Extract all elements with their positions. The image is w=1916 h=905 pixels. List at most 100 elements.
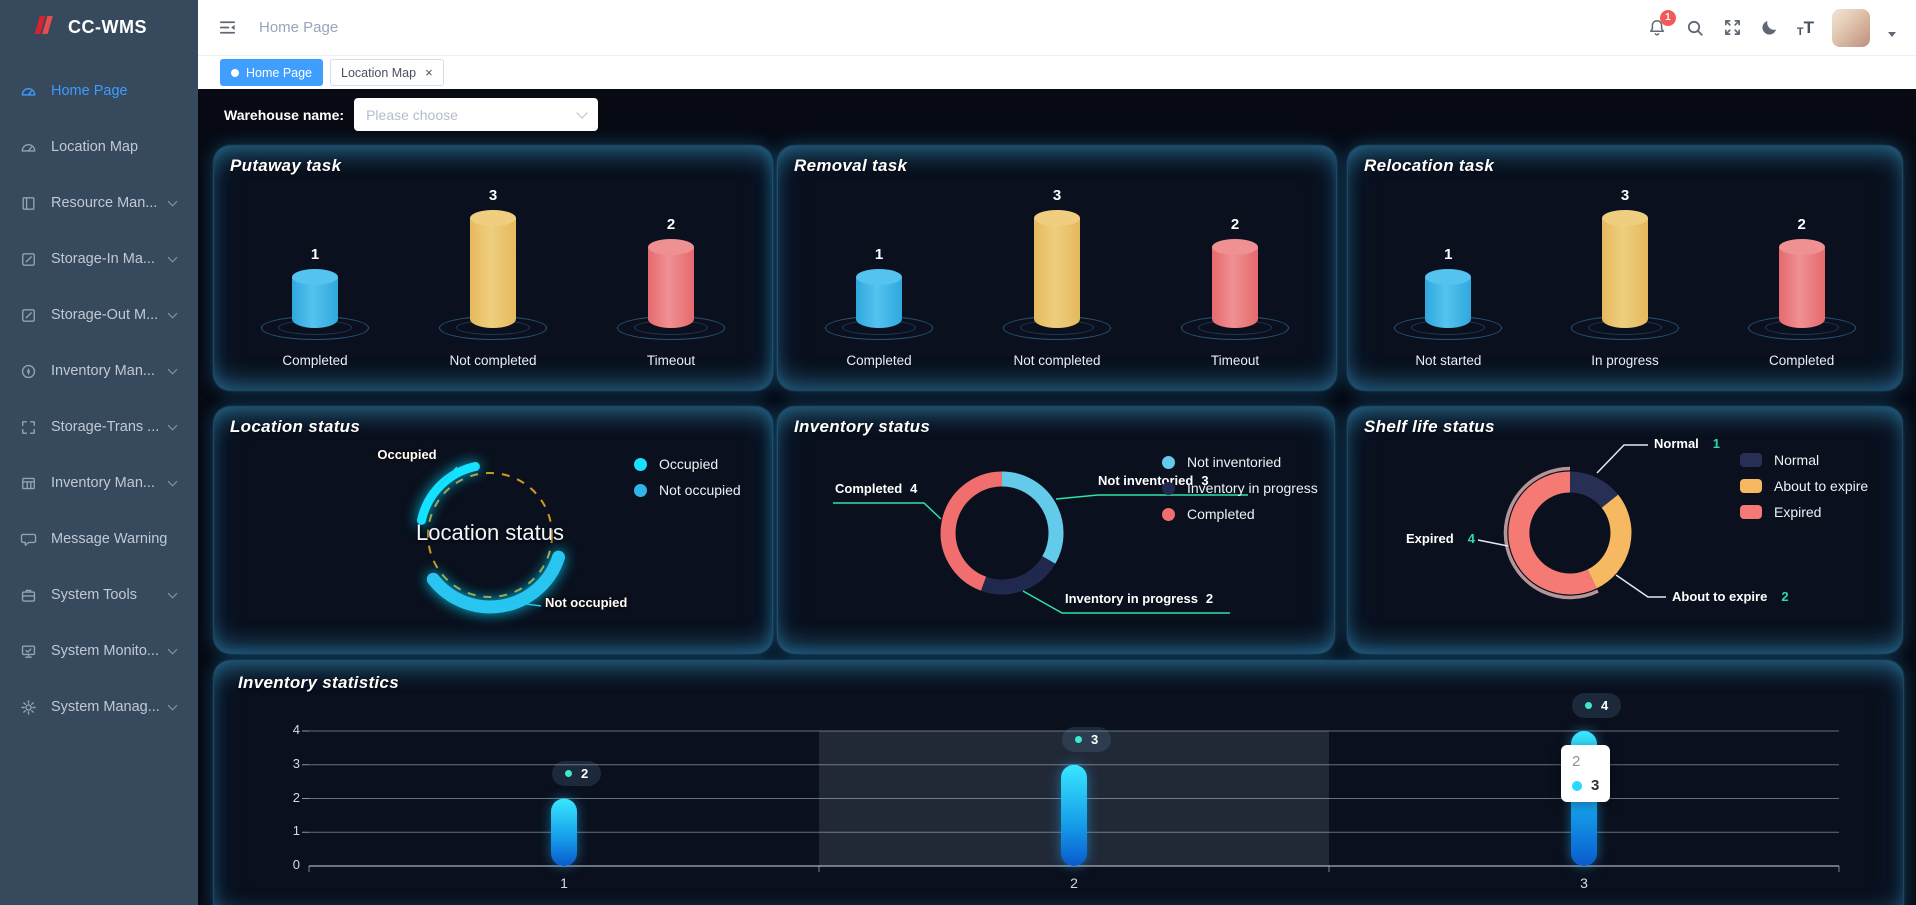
tab-home-page[interactable]: Home Page (220, 59, 323, 86)
shelf-life-status-chart (1348, 407, 1902, 653)
badge-dot (1075, 736, 1082, 743)
warehouse-select[interactable]: Please choose (354, 98, 598, 131)
legend-dot (634, 458, 647, 471)
x-axis-label: 1 (552, 875, 576, 891)
gear-icon (20, 699, 37, 716)
y-axis-label: 3 (260, 756, 300, 771)
sidebar-item-label: Location Map (51, 139, 184, 155)
legend-item-about-to-expire[interactable]: About to expire (1740, 473, 1868, 499)
sidebar-item-system-monito[interactable]: System Monito... (0, 623, 198, 679)
legend-item-expired[interactable]: Expired (1740, 499, 1868, 525)
putaway-task-chart: 1Completed3Not completed2Timeout (226, 180, 760, 390)
sidebar-item-inventory-man[interactable]: Inventory Man... (0, 455, 198, 511)
callout-label: Expired (1406, 531, 1454, 546)
chevron-down-icon (168, 308, 178, 318)
sidebar-item-storage-out-m[interactable]: Storage-Out M... (0, 287, 198, 343)
removal-task-chart: 1Completed3Not completed2Timeout (790, 180, 1324, 390)
legend-item-completed[interactable]: Completed (1162, 501, 1318, 527)
caret-down-icon[interactable] (1888, 32, 1896, 37)
menu-collapse-icon[interactable] (218, 18, 237, 37)
legend-item-not-inventoried[interactable]: Not inventoried (1162, 449, 1318, 475)
legend: Not inventoried Inventory in progress Co… (1162, 449, 1318, 527)
cylinder-label: Timeout (1211, 353, 1259, 368)
cylinder-label: In progress (1591, 353, 1659, 368)
fullscreen-icon[interactable] (1723, 18, 1742, 37)
cylinder-label: Completed (282, 353, 347, 368)
legend-item-inventory-in-progress[interactable]: Inventory in progress (1162, 475, 1318, 501)
legend-dot (1162, 482, 1175, 495)
legend-item-occupied[interactable]: Occupied (634, 451, 741, 477)
callout-value: 2 (1781, 589, 1788, 604)
chart-tooltip: 2 3 (1561, 745, 1610, 802)
legend-item-normal[interactable]: Normal (1740, 447, 1868, 473)
cylinder-timeout: 2 Timeout (1146, 180, 1324, 390)
sidebar-item-system-tools[interactable]: System Tools (0, 567, 198, 623)
cylinder-bar (1779, 247, 1825, 328)
tooltip-value: 3 (1591, 777, 1599, 794)
card-title: Removal task (794, 156, 907, 176)
cylinder-value: 2 (667, 216, 675, 233)
legend-dot (1162, 508, 1175, 521)
edit-square-icon (20, 251, 37, 268)
legend-swatch (1740, 505, 1762, 519)
sidebar-item-resource-man[interactable]: Resource Man... (0, 175, 198, 231)
edit-square-icon (20, 307, 37, 324)
sidebar-item-home-page[interactable]: Home Page (0, 63, 198, 119)
bell-icon[interactable]: 1 (1647, 18, 1667, 38)
badge-dot (565, 770, 572, 777)
sidebar-item-label: Inventory Man... (51, 363, 169, 379)
callout-value: 2 (1206, 591, 1213, 606)
avatar[interactable] (1832, 9, 1870, 47)
legend-label: Normal (1774, 452, 1819, 468)
logo-icon (32, 12, 58, 43)
tab-location-map[interactable]: Location Map × (330, 59, 444, 86)
callout-expired: Expired 4 (1406, 531, 1475, 546)
moon-icon[interactable] (1760, 18, 1779, 37)
sidebar-item-system-manag[interactable]: System Manag... (0, 679, 198, 735)
badge-dot (1585, 702, 1592, 709)
font-size-icon[interactable]: TT (1797, 18, 1814, 38)
sidebar-item-storage-in-ma[interactable]: Storage-In Ma... (0, 231, 198, 287)
legend-swatch (1740, 479, 1762, 493)
card-removal-task: Removal task 1Completed3Not completed2Ti… (778, 146, 1336, 390)
notification-badge: 1 (1660, 10, 1676, 26)
sidebar-item-message-warning[interactable]: Message Warning (0, 511, 198, 567)
cylinder-label: Timeout (647, 353, 695, 368)
sidebar-item-label: Resource Man... (51, 195, 169, 211)
breadcrumb: Home Page (259, 19, 338, 36)
y-axis-label: 4 (260, 722, 300, 737)
bar-value-badge: 4 (1572, 693, 1621, 718)
sidebar-item-storage-trans[interactable]: Storage-Trans ... (0, 399, 198, 455)
cylinder-value: 2 (1231, 216, 1239, 233)
book-icon (20, 195, 37, 212)
legend-label: About to expire (1774, 478, 1868, 494)
sidebar-item-inventory-man[interactable]: Inventory Man... (0, 343, 198, 399)
sidebar-menu: Home Page Location Map Resource Man... Stor… (0, 55, 198, 735)
card-relocation-task: Relocation task 1Not started3In progress… (1348, 146, 1902, 390)
cylinder-in-progress: 3In progress (1537, 180, 1714, 390)
legend-dot (634, 484, 647, 497)
legend-label: Expired (1774, 504, 1821, 520)
callout-label: Normal (1654, 436, 1699, 451)
search-icon[interactable] (1685, 18, 1705, 38)
chevron-down-icon (168, 364, 178, 374)
legend-item-not-occupied[interactable]: Not occupied (634, 477, 741, 503)
sidebar-item-location-map[interactable]: Location Map (0, 119, 198, 175)
legend-label: Not occupied (659, 482, 741, 498)
callout-label: Inventory in progress (1065, 591, 1198, 606)
tooltip-dot (1572, 781, 1582, 791)
inventory-status-chart (778, 407, 1334, 653)
card-location-status: Location status Occupied Not occupied Lo… (214, 407, 772, 653)
sidebar-item-label: Storage-Trans ... (51, 419, 169, 435)
sidebar-item-label: System Tools (51, 587, 169, 603)
cylinder-value: 1 (875, 246, 883, 263)
legend: Occupied Not occupied (634, 451, 741, 503)
tooltip-category: 2 (1572, 753, 1599, 770)
warehouse-label: Warehouse name: (224, 107, 344, 123)
legend-label: Not inventoried (1187, 454, 1281, 470)
cylinder-bar (292, 277, 338, 328)
tab-close-icon[interactable]: × (425, 65, 433, 80)
callout-completed: Completed 4 (835, 481, 917, 496)
cylinder-timeout: 2 Timeout (582, 180, 760, 390)
callout-inventory-in-progress: Inventory in progress 2 (1065, 591, 1213, 606)
